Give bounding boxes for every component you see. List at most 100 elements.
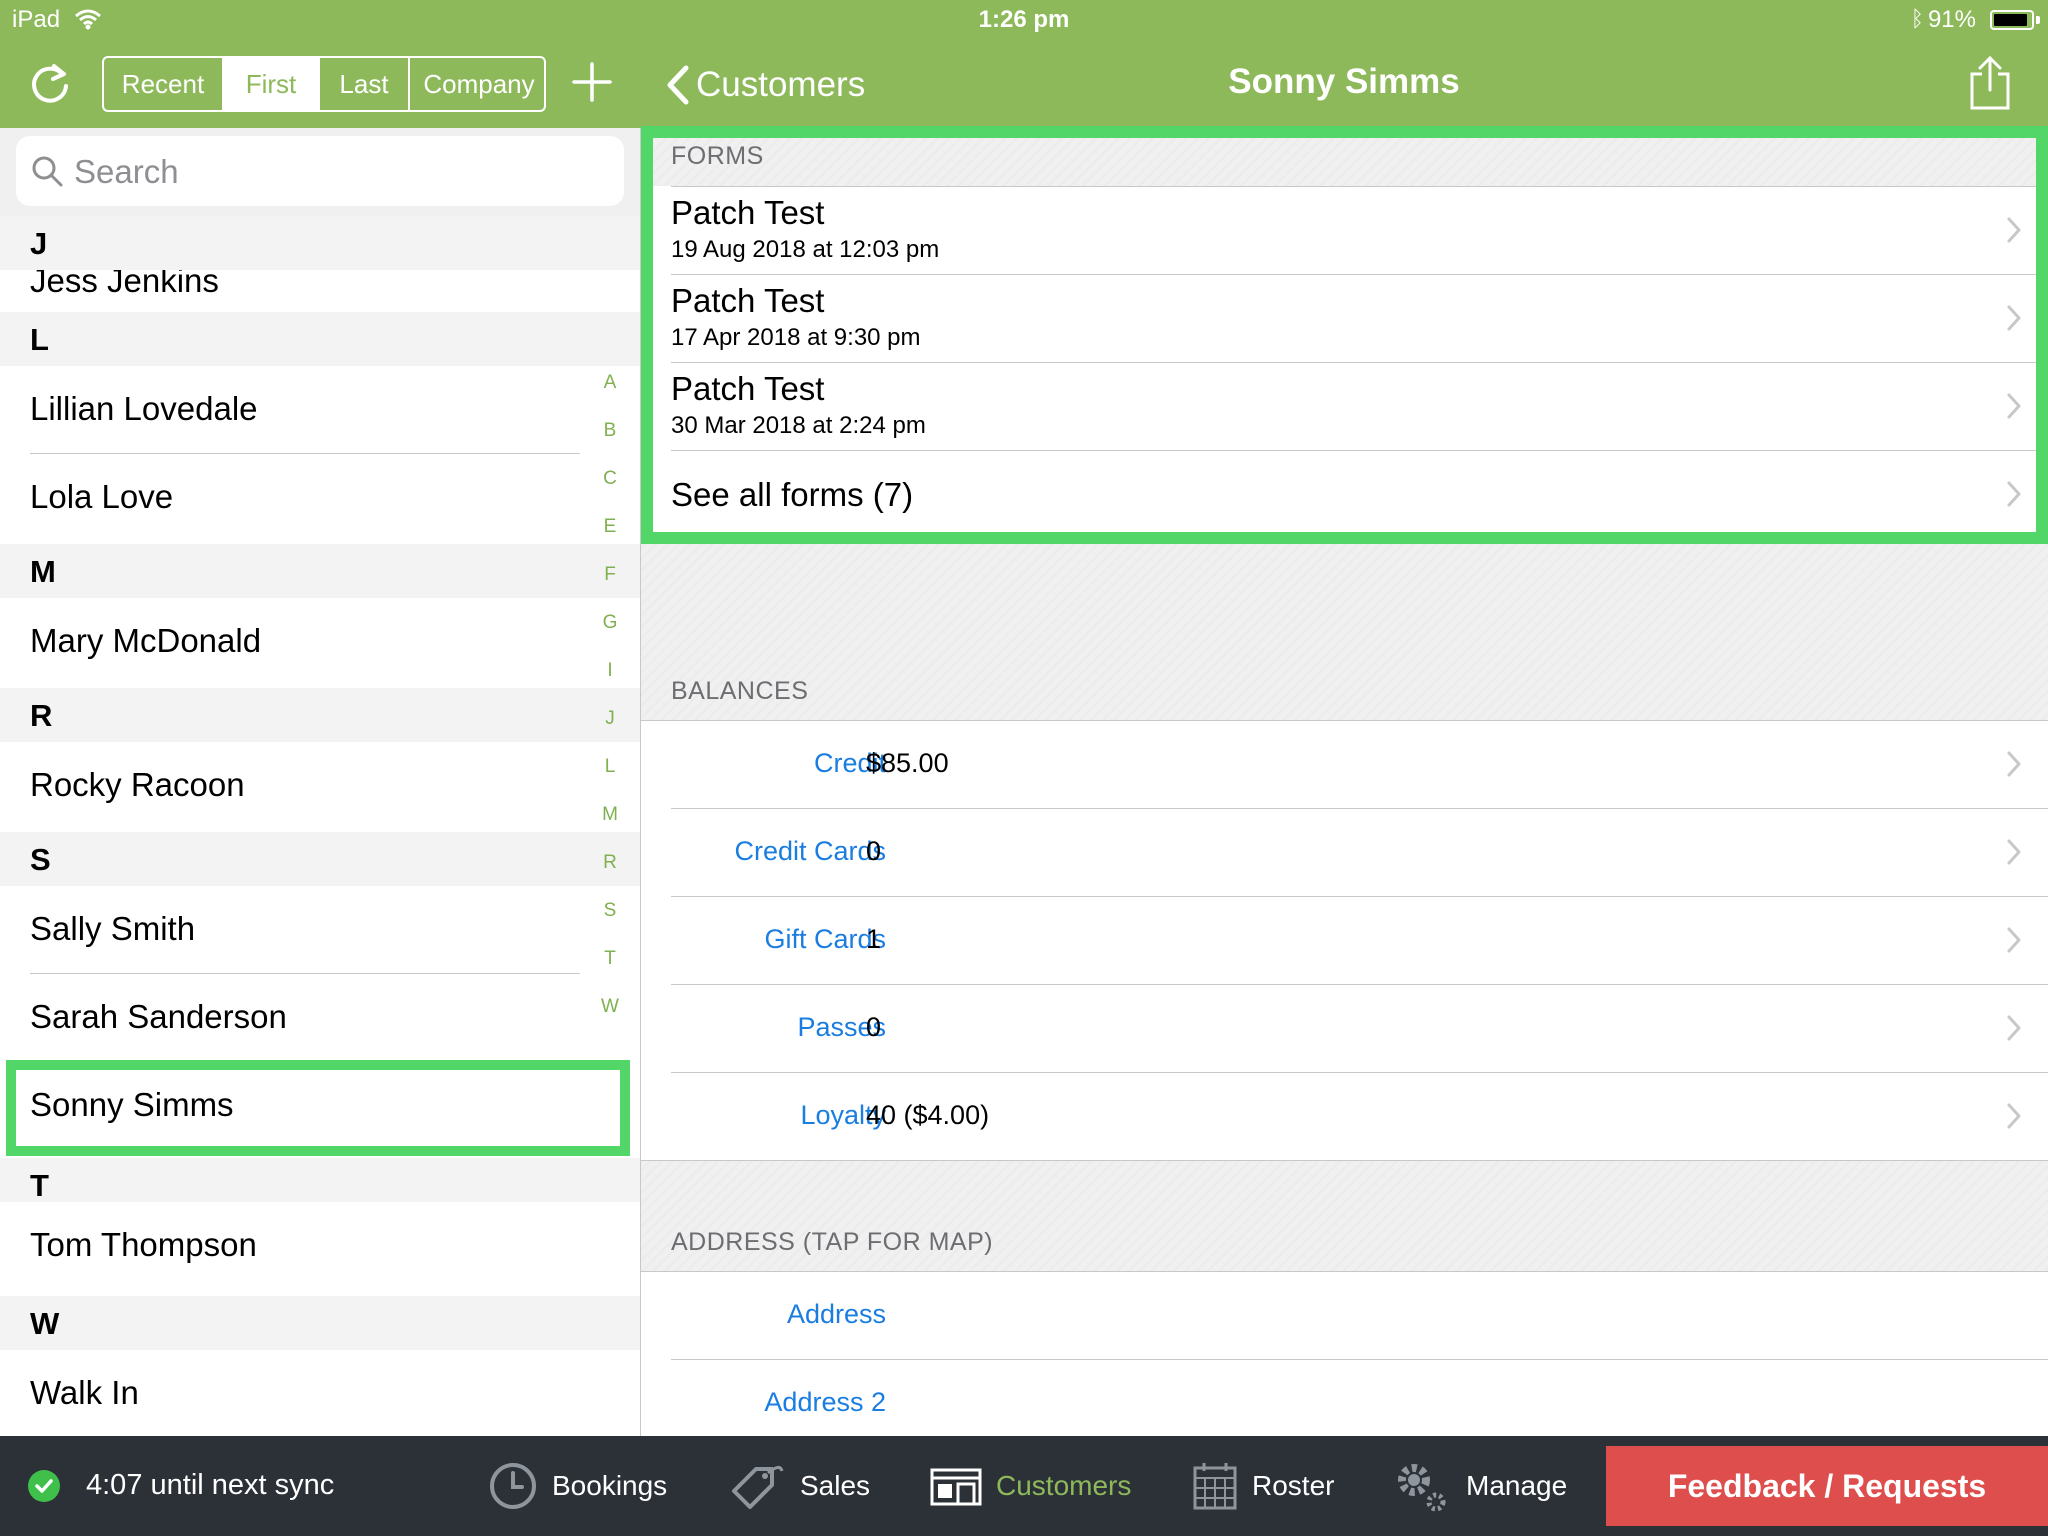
balance-row-passes[interactable]: Passes 0 xyxy=(641,984,2048,1072)
address-row-2[interactable]: Address 2 xyxy=(641,1359,2048,1436)
share-icon[interactable] xyxy=(1968,54,2012,112)
battery-level xyxy=(1994,14,2027,26)
bottom-tab-bar: 4:07 until next sync Bookings Sales Cust… xyxy=(0,1436,2048,1536)
list-item[interactable]: Mary McDonald xyxy=(0,598,640,686)
index-letter-m[interactable]: M xyxy=(586,804,634,826)
search-icon xyxy=(32,156,63,187)
section-header-r: R xyxy=(0,688,640,742)
status-time: 1:26 pm xyxy=(978,6,1070,33)
tab-roster[interactable]: Roster xyxy=(1192,1436,1334,1536)
index-letter-t[interactable]: T xyxy=(586,948,634,970)
section-header-l: L xyxy=(0,312,640,366)
tab-manage[interactable]: Manage xyxy=(1392,1436,1567,1536)
row-separator xyxy=(671,896,2048,897)
balance-row-loyalty[interactable]: Loyalty 40 ($4.00) xyxy=(641,1072,2048,1160)
battery-tip xyxy=(2036,16,2040,24)
list-item-label: Tom Thompson xyxy=(30,1226,257,1263)
index-letter-i[interactable]: I xyxy=(586,660,634,682)
refresh-icon[interactable] xyxy=(24,58,76,110)
sync-status: 4:07 until next sync xyxy=(86,1469,335,1501)
list-item-label: Lillian Lovedale xyxy=(30,390,258,427)
tab-sales[interactable]: Sales xyxy=(728,1436,870,1536)
balance-row-credit[interactable]: Credit $85.00 xyxy=(641,720,2048,808)
list-item[interactable]: Tom Thompson xyxy=(0,1202,640,1290)
list-item[interactable]: Walk In xyxy=(0,1350,640,1436)
chevron-right-icon xyxy=(2007,1015,2021,1041)
index-letter-r[interactable]: R xyxy=(586,852,634,874)
list-item[interactable]: Lola Love xyxy=(0,454,640,542)
balance-value: 40 ($4.00) xyxy=(866,1100,990,1130)
list-item[interactable]: Lillian Lovedale xyxy=(0,366,640,454)
row-separator xyxy=(641,720,2048,721)
clock-icon xyxy=(490,1463,536,1509)
list-item-label: Lola Love xyxy=(30,478,174,515)
battery-percent: 91% xyxy=(1927,6,1976,33)
section-letter: T xyxy=(30,1168,49,1203)
search-placeholder: Search xyxy=(74,153,179,190)
row-separator xyxy=(671,984,2048,985)
sort-segment-recent[interactable]: Recent xyxy=(104,58,224,110)
section-header-j: J xyxy=(0,216,640,270)
balance-row-gift-cards[interactable]: Gift Cards 1 xyxy=(641,896,2048,984)
customer-list-pane: Search Jess Jenkins J L Lillian Lovedale Lol… xyxy=(0,128,640,1436)
index-letter-c[interactable]: C xyxy=(586,468,634,490)
section-letter: J xyxy=(30,226,48,261)
tab-roster-label: Roster xyxy=(1252,1470,1335,1501)
balance-row-credit-cards[interactable]: Credit Cards 0 xyxy=(641,808,2048,896)
section-letter: M xyxy=(30,554,56,589)
balance-value: 1 xyxy=(866,924,882,954)
balances-section-title: BALANCES xyxy=(671,677,809,705)
chevron-right-icon xyxy=(2007,751,2021,777)
search-input[interactable]: Search xyxy=(16,136,624,206)
row-separator xyxy=(671,808,2048,809)
search-bar: Search xyxy=(0,128,640,216)
forms-highlight xyxy=(641,126,2048,544)
index-letter-e[interactable]: E xyxy=(586,516,634,538)
list-item[interactable]: Rocky Racoon xyxy=(0,742,640,830)
chevron-right-icon xyxy=(2007,1103,2021,1129)
list-item-label: Rocky Racoon xyxy=(30,766,245,803)
sort-segment-company[interactable]: Company xyxy=(410,58,544,110)
gears-icon xyxy=(1398,1464,1446,1512)
section-bottom-separator xyxy=(641,1160,2048,1161)
sort-segment-last[interactable]: Last xyxy=(320,58,410,110)
tab-bookings-label: Bookings xyxy=(552,1470,668,1501)
tab-bookings[interactable]: Bookings xyxy=(488,1436,667,1536)
section-letter: S xyxy=(30,842,51,877)
index-letter-l[interactable]: L xyxy=(586,756,634,778)
index-letter-a[interactable]: A xyxy=(586,372,634,394)
list-item-label: Sarah Sanderson xyxy=(30,998,287,1035)
row-separator xyxy=(641,1271,2048,1272)
list-item-label: Mary McDonald xyxy=(30,622,262,659)
tab-sales-label: Sales xyxy=(800,1470,871,1501)
balance-value: $85.00 xyxy=(866,748,949,778)
index-letter-w[interactable]: W xyxy=(586,996,634,1018)
section-header-m: M xyxy=(0,544,640,598)
checkmark-icon xyxy=(28,1470,60,1502)
address-section-title: ADDRESS (TAP FOR MAP) xyxy=(671,1228,994,1256)
tab-manage-label: Manage xyxy=(1466,1470,1568,1501)
section-letter: L xyxy=(30,322,49,357)
plus-icon[interactable] xyxy=(568,58,616,106)
tag-icon xyxy=(732,1466,784,1509)
balance-label: Credit Cards xyxy=(734,836,886,866)
battery-icon xyxy=(1990,10,2034,30)
storefront-icon xyxy=(930,1468,982,1506)
address-row-1[interactable]: Address xyxy=(641,1271,2048,1359)
index-letter-f[interactable]: F xyxy=(586,564,634,586)
section-letter: R xyxy=(30,698,53,733)
index-letter-g[interactable]: G xyxy=(586,612,634,634)
list-item[interactable]: Sally Smith xyxy=(0,886,640,974)
index-letter-s[interactable]: S xyxy=(586,900,634,922)
bluetooth-icon: ᛒ xyxy=(1910,6,1924,31)
tab-customers[interactable]: Customers xyxy=(930,1436,1131,1536)
list-item[interactable]: Sarah Sanderson xyxy=(0,974,640,1062)
row-separator xyxy=(671,1359,2048,1360)
feedback-requests-button[interactable]: Feedback / Requests xyxy=(1606,1446,2048,1526)
index-letter-j[interactable]: J xyxy=(586,708,634,730)
section-letter: W xyxy=(30,1306,60,1341)
index-letter-b[interactable]: B xyxy=(586,420,634,442)
calendar-icon xyxy=(1193,1463,1237,1510)
sort-segment-first[interactable]: First xyxy=(224,58,320,110)
address-label: Address 2 xyxy=(764,1387,886,1417)
